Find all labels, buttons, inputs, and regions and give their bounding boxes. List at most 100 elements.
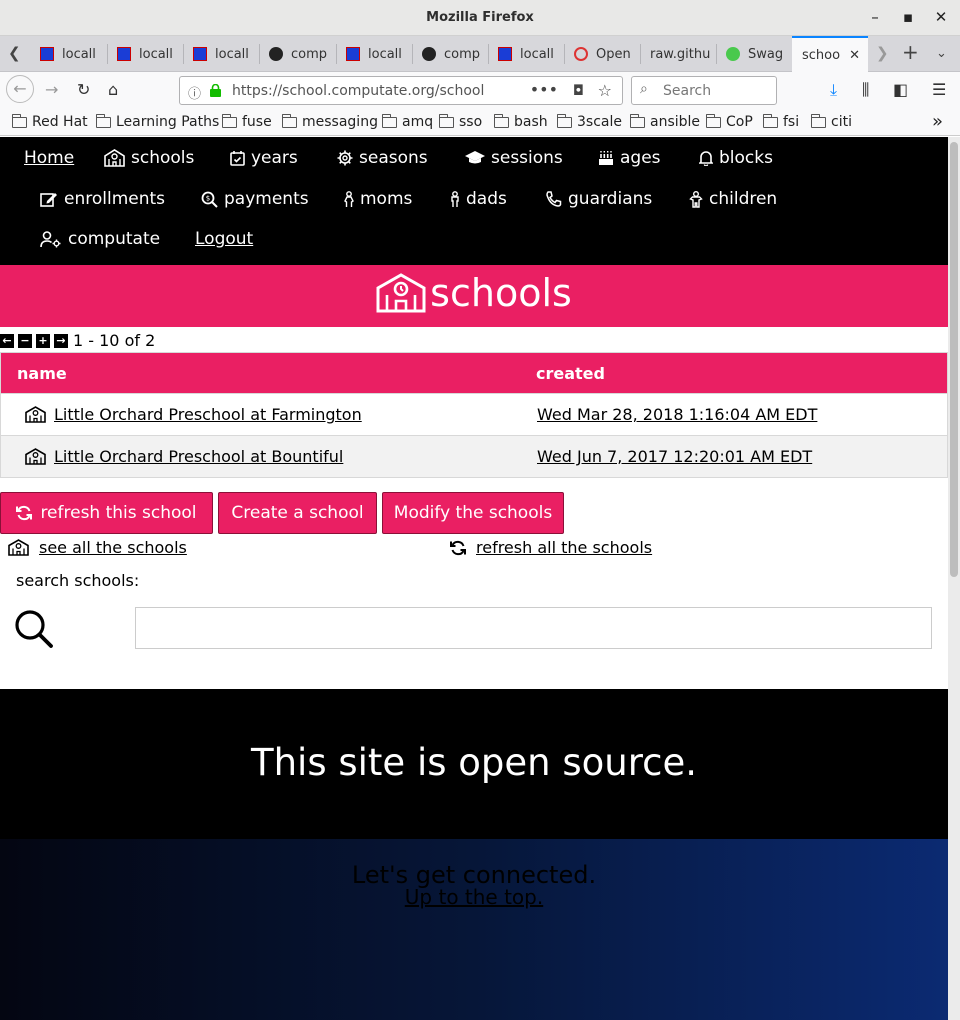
reload-icon[interactable]: ↻ <box>77 80 90 99</box>
new-tab-icon[interactable]: + <box>902 40 919 64</box>
bookmark-folder[interactable]: citi <box>811 113 852 130</box>
maximize-icon[interactable]: ▪ <box>898 8 918 26</box>
close-tab-icon[interactable]: ✕ <box>849 48 860 63</box>
refresh-school-button[interactable]: refresh this school <box>0 492 213 534</box>
schools-table: name created Little Orchard Preschool at… <box>0 352 948 478</box>
bookmark-folder[interactable]: ansible <box>630 113 700 130</box>
see-all-schools-link[interactable]: see all the schools <box>8 538 187 557</box>
sidebar-icon[interactable]: ◧ <box>893 80 908 99</box>
school-icon <box>376 273 426 313</box>
address-bar[interactable]: ⓘ https://school.computate.org/school ••… <box>179 76 623 105</box>
tab-3[interactable]: locall <box>183 36 259 72</box>
scrollbar-thumb[interactable] <box>950 142 958 577</box>
child-icon <box>689 190 703 208</box>
bookmarks-overflow-icon[interactable]: » <box>932 111 943 132</box>
nav-dads[interactable]: dads <box>450 189 507 209</box>
bookmark-folder[interactable]: 3scale <box>557 113 622 130</box>
bookmark-star-icon[interactable]: ☆ <box>598 81 612 100</box>
tab-4[interactable]: comp <box>259 36 336 72</box>
search-schools-input[interactable] <box>135 607 932 649</box>
bookmark-folder[interactable]: bash <box>494 113 548 130</box>
bookmark-folder[interactable]: Learning Paths <box>96 113 219 130</box>
bookmark-folder[interactable]: sso <box>439 113 482 130</box>
nav-blocks[interactable]: blocks <box>699 148 773 168</box>
tab-7[interactable]: locall <box>488 36 564 72</box>
nav-enrollments[interactable]: enrollments <box>40 189 165 209</box>
minimize-icon[interactable]: – <box>865 8 885 26</box>
jenkins-icon <box>117 47 131 61</box>
site-nav: Home schools years seasons sessions ages… <box>0 137 948 265</box>
info-icon[interactable]: ⓘ <box>188 83 201 102</box>
nav-guardians[interactable]: guardians <box>545 189 652 209</box>
tab-6[interactable]: comp <box>412 36 488 72</box>
close-window-icon[interactable]: ✕ <box>931 8 951 26</box>
bookmark-folder[interactable]: CoP <box>706 113 753 130</box>
nav-ages[interactable]: ages <box>598 148 661 168</box>
back-to-top-link[interactable]: Up to the top. <box>0 885 948 909</box>
search-schools-label: search schools: <box>16 571 140 590</box>
arrow-right-icon[interactable]: → <box>54 333 68 348</box>
home-icon[interactable]: ⌂ <box>108 80 118 99</box>
column-header-name[interactable]: name <box>17 364 67 383</box>
pagination-range: 1 - 10 of 2 <box>73 331 156 350</box>
nav-seasons[interactable]: seasons <box>337 148 428 168</box>
tab-list-icon[interactable]: ⌄ <box>936 46 947 61</box>
nav-moms[interactable]: moms <box>344 189 412 209</box>
bookmark-folder[interactable]: fsi <box>763 113 799 130</box>
tab-1[interactable]: locall <box>30 36 107 72</box>
tab-strip: ❮ locall locall locall comp locall comp … <box>0 36 960 72</box>
bookmark-folder[interactable]: fuse <box>222 113 272 130</box>
bookmark-folder[interactable]: Red Hat <box>12 113 88 130</box>
tabs-scroll-left-icon[interactable]: ❮ <box>8 44 21 62</box>
graduation-cap-icon <box>465 151 485 164</box>
nav-schools[interactable]: schools <box>104 148 194 168</box>
search-bar[interactable]: ⌕ Search <box>631 76 777 105</box>
pocket-icon[interactable]: ◘ <box>573 83 584 99</box>
refresh-all-schools-link[interactable]: refresh all the schools <box>450 538 652 557</box>
nav-children[interactable]: children <box>689 189 777 209</box>
bookmark-folder[interactable]: messaging <box>282 113 378 130</box>
back-icon[interactable]: ← <box>6 75 34 103</box>
school-created-link[interactable]: Wed Jun 7, 2017 12:20:01 AM EDT <box>537 447 812 466</box>
school-link[interactable]: Little Orchard Preschool at Farmington <box>54 405 362 424</box>
folder-icon <box>382 113 397 128</box>
page-actions-icon[interactable]: ••• <box>530 80 558 99</box>
nav-logout[interactable]: Logout <box>195 229 253 249</box>
forward-icon[interactable]: → <box>45 80 58 99</box>
tab-8[interactable]: Open <box>564 36 640 72</box>
create-school-button[interactable]: Create a school <box>218 492 377 534</box>
tabs-scroll-right-icon[interactable]: ❯ <box>876 44 889 62</box>
user-cog-icon <box>40 230 61 247</box>
tab-11-active[interactable]: schoo ✕ <box>792 36 868 72</box>
menu-icon[interactable]: ☰ <box>932 80 946 99</box>
nav-home[interactable]: Home <box>24 148 74 168</box>
nav-computate[interactable]: computate <box>40 229 160 249</box>
school-created-link[interactable]: Wed Mar 28, 2018 1:16:04 AM EDT <box>537 405 817 424</box>
bookmark-folder[interactable]: amq <box>382 113 433 130</box>
search-icon: ⌕ <box>640 81 648 97</box>
school-name-cell: Little Orchard Preschool at Farmington <box>25 405 362 424</box>
minus-icon[interactable]: − <box>18 333 32 348</box>
arrow-left-icon[interactable]: ← <box>0 333 14 348</box>
school-link[interactable]: Little Orchard Preschool at Bountiful <box>54 447 343 466</box>
nav-payments[interactable]: $ payments <box>201 189 309 209</box>
svg-text:$: $ <box>206 194 210 202</box>
plus-icon[interactable]: + <box>36 333 50 348</box>
library-icon[interactable]: ⫼ <box>862 80 869 100</box>
tab-10[interactable]: Swag <box>716 36 792 72</box>
github-icon <box>422 47 436 61</box>
refresh-icon <box>450 540 466 555</box>
tab-2[interactable]: locall <box>107 36 183 72</box>
jenkins-icon <box>346 47 360 61</box>
nav-years[interactable]: years <box>230 148 298 168</box>
swagger-icon <box>726 47 740 61</box>
column-header-created[interactable]: created <box>536 364 605 383</box>
tab-9[interactable]: raw.githu <box>640 36 716 72</box>
download-icon[interactable]: ⤓ <box>830 80 837 100</box>
jenkins-icon <box>40 47 54 61</box>
github-icon <box>269 47 283 61</box>
nav-sessions[interactable]: sessions <box>465 148 563 168</box>
folder-icon <box>12 113 27 128</box>
tab-5[interactable]: locall <box>336 36 412 72</box>
modify-schools-button[interactable]: Modify the schools <box>382 492 564 534</box>
